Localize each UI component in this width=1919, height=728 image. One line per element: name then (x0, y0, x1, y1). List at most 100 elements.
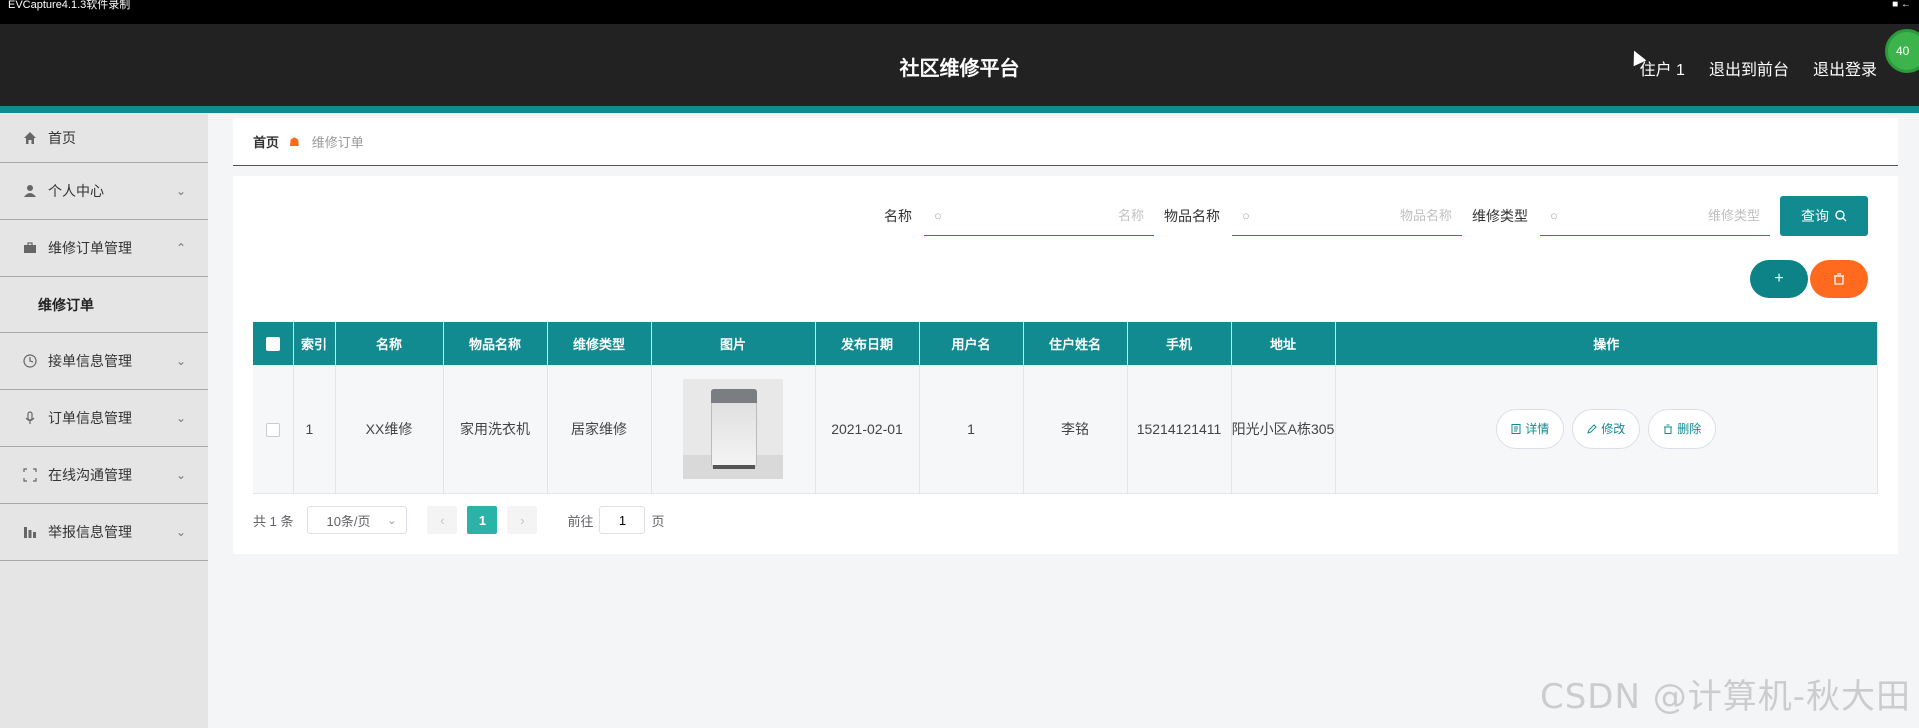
sidebar-item-repair-orders[interactable]: 维修订单管理 ⌃ (0, 220, 208, 277)
batch-delete-button[interactable] (1810, 260, 1868, 298)
sidebar-item-order-info[interactable]: 订单信息管理 ⌄ (0, 390, 208, 447)
cell-index: 1 (293, 365, 336, 494)
chevron-down-icon: ⌄ (387, 514, 397, 527)
prev-page-button[interactable]: ‹ (427, 506, 458, 534)
recorder-title: EVCapture4.1.3软件录制 (8, 0, 131, 11)
sidebar-item-label: 订单信息管理 (48, 410, 132, 426)
sidebar-item-label: 在线沟通管理 (48, 467, 132, 483)
bar-chart-icon (22, 524, 38, 540)
table-header-row: 索引 名称 物品名称 维修类型 图片 发布日期 用户名 住户姓名 手机 地址 操… (253, 322, 1878, 365)
edit-button[interactable]: 修改 (1572, 408, 1641, 449)
name-field[interactable]: ○ (924, 196, 1154, 236)
top-navbar: 社区维修平台 住户 1 退出到前台 退出登录 40 (0, 24, 1919, 106)
edit-label: 修改 (1601, 422, 1626, 437)
chevron-down-icon: ⌄ (175, 184, 186, 198)
detail-label: 详情 (1525, 422, 1550, 437)
trash-icon (1834, 273, 1844, 285)
breadcrumb-separator-icon: ☗ (289, 134, 300, 149)
search-icon: ○ (934, 208, 942, 223)
cell-resident: 李铭 (1023, 365, 1128, 494)
action-buttons: + (1750, 260, 1868, 298)
content-card: 名称 ○ 物品名称 ○ 维修类型 ○ 查询 + 索引 名 (233, 176, 1898, 554)
add-button[interactable]: + (1750, 260, 1808, 298)
search-icon (1835, 210, 1847, 222)
recorder-controls-icon[interactable]: ■ ← (1892, 0, 1911, 10)
edit-icon (1587, 424, 1597, 434)
chevron-down-icon: ⌄ (175, 468, 186, 482)
chevron-right-icon: › (520, 512, 525, 528)
column-header: 发布日期 (815, 322, 920, 365)
select-all-cell[interactable] (253, 322, 294, 365)
sidebar: 首页 个人中心 ⌄ 维修订单管理 ⌃ 维修订单 接单信息管理 ⌄ 订单信息管理 … (0, 113, 208, 728)
trash-icon (1664, 424, 1673, 434)
column-header: 名称 (335, 322, 444, 365)
row-checkbox[interactable] (265, 422, 280, 437)
cell-operations: 详情 修改 删除 (1335, 365, 1878, 494)
breadcrumb-current: 维修订单 (311, 135, 364, 150)
sidebar-item-online-chat[interactable]: 在线沟通管理 ⌄ (0, 447, 208, 504)
column-header: 图片 (651, 322, 816, 365)
item-name-field[interactable]: ○ (1232, 196, 1462, 236)
item-name-label: 物品名称 (1164, 208, 1220, 224)
next-page-button[interactable]: › (507, 506, 538, 534)
page-size-select[interactable]: 10条/页 ⌄ (307, 506, 408, 534)
delete-button[interactable]: 删除 (1648, 408, 1717, 449)
column-header: 维修类型 (547, 322, 652, 365)
breadcrumb-home[interactable]: 首页 (253, 132, 279, 151)
column-header: 手机 (1127, 322, 1232, 365)
washer-base (713, 464, 755, 469)
user-icon (22, 183, 38, 199)
goto-page-input[interactable] (599, 506, 646, 534)
column-header: 索引 (293, 322, 336, 365)
sidebar-item-personal-center[interactable]: 个人中心 ⌄ (0, 163, 208, 220)
item-name-input[interactable] (1249, 208, 1452, 223)
cell-address: 阳光小区A栋305 (1231, 365, 1336, 494)
repair-type-label: 维修类型 (1472, 208, 1528, 224)
cell-username: 1 (919, 365, 1024, 494)
frame-icon (22, 467, 38, 483)
table-row: 1 XX维修 家用洗衣机 居家维修 2021-02-01 1 李铭 152141… (253, 365, 1878, 494)
page-size-value: 10条/页 (326, 513, 371, 529)
logout-link[interactable]: 退出登录 (1813, 56, 1877, 80)
detail-button[interactable]: 详情 (1496, 408, 1565, 449)
column-header: 住户姓名 (1023, 322, 1128, 365)
sidebar-item-accept-orders[interactable]: 接单信息管理 ⌄ (0, 333, 208, 390)
cell-name: XX维修 (335, 365, 444, 494)
search-icon: ○ (1550, 208, 1558, 223)
sidebar-item-label: 接单信息管理 (48, 353, 132, 369)
delete-label: 删除 (1677, 422, 1702, 437)
washer-lid (711, 388, 757, 403)
page-number-current[interactable]: 1 (467, 506, 498, 534)
breadcrumb: 首页 ☗ 维修订单 (233, 118, 1898, 166)
sidebar-item-home[interactable]: 首页 (0, 113, 208, 163)
goto-suffix: 页 (651, 513, 665, 529)
total-count: 共 1 条 (253, 513, 294, 529)
washing-machine-image[interactable] (683, 378, 783, 479)
sidebar-item-label: 个人中心 (48, 183, 104, 199)
select-all-checkbox[interactable] (265, 337, 280, 352)
repair-type-field[interactable]: ○ (1540, 196, 1770, 236)
search-form: 名称 ○ 物品名称 ○ 维修类型 ○ 查询 (884, 196, 1868, 236)
column-header: 操作 (1335, 322, 1878, 365)
repair-type-input[interactable] (1557, 208, 1760, 223)
row-actions: 详情 修改 删除 (1336, 408, 1878, 449)
back-to-front-link[interactable]: 退出到前台 (1709, 56, 1789, 80)
query-button[interactable]: 查询 (1780, 196, 1868, 236)
goto-prefix: 前往 (567, 513, 594, 529)
sidebar-subitem-repair-order[interactable]: 维修订单 (0, 277, 208, 333)
orders-table: 索引 名称 物品名称 维修类型 图片 发布日期 用户名 住户姓名 手机 地址 操… (253, 322, 1878, 494)
chevron-down-icon: ⌄ (175, 354, 186, 368)
goto-page: 前往 页 (567, 506, 665, 534)
sidebar-item-label: 维修订单管理 (48, 240, 132, 256)
cell-type: 居家维修 (547, 365, 652, 494)
name-input[interactable] (941, 208, 1144, 223)
current-user: 住户 1 (1639, 62, 1685, 79)
row-select-cell[interactable] (253, 365, 294, 494)
document-icon (1511, 423, 1521, 434)
chevron-down-icon: ⌄ (175, 411, 186, 425)
cell-image (651, 365, 816, 494)
mic-icon (22, 410, 38, 426)
query-button-label: 查询 (1801, 208, 1829, 224)
accent-strip (0, 106, 1919, 113)
sidebar-item-reports[interactable]: 举报信息管理 ⌄ (0, 504, 208, 561)
